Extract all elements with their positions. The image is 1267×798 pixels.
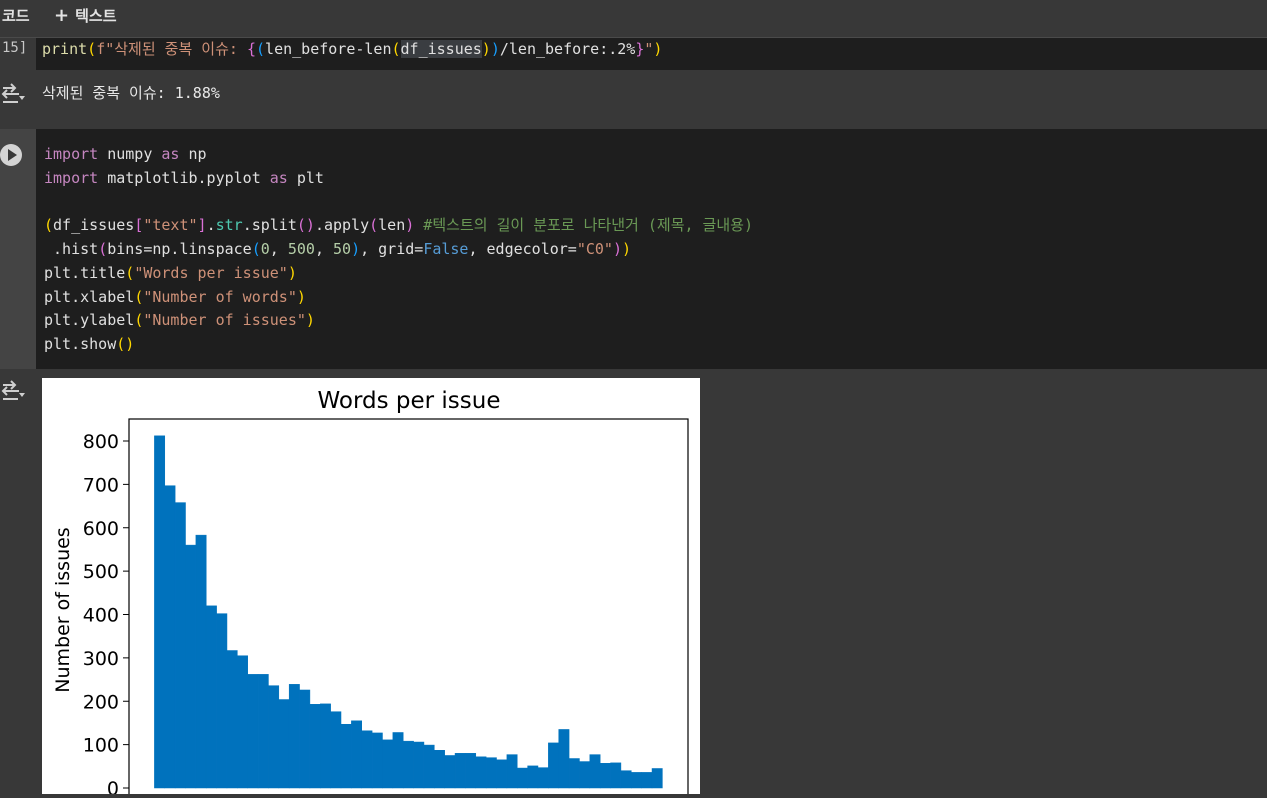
histogram-bar xyxy=(475,756,487,789)
plus-icon: + xyxy=(54,5,70,26)
y-tick-label: 700 xyxy=(83,474,119,496)
y-tick-label: 400 xyxy=(83,605,119,627)
histogram-bar xyxy=(361,730,373,789)
histogram-bar xyxy=(579,761,591,789)
histogram-bar xyxy=(288,684,300,789)
y-tick-label: 600 xyxy=(83,518,119,540)
code-line: (df_issues["text"].str.split().apply(len… xyxy=(44,216,753,234)
histogram-bar xyxy=(257,674,269,789)
code-line: import matplotlib.pyplot as plt xyxy=(44,169,324,187)
add-code-button[interactable]: 코드 xyxy=(2,6,30,26)
code-line: plt.xlabel("Number of words") xyxy=(44,288,306,306)
histogram-bar xyxy=(174,502,186,789)
plot-output: Words per issue Number of issues 0 100 200… xyxy=(42,378,700,798)
histogram-bar xyxy=(340,723,352,789)
code-line: plt.title("Words per issue") xyxy=(44,264,297,282)
histogram-bar xyxy=(382,739,394,789)
histogram-bar xyxy=(299,689,311,789)
code-line: plt.ylabel("Number of issues") xyxy=(44,311,315,329)
histogram-bar xyxy=(309,704,321,789)
code-cell-15[interactable]: print(f"삭제된 중복 이슈: {(len_before-len(df_i… xyxy=(36,38,1267,70)
histogram-bar xyxy=(247,674,259,789)
histogram-bar xyxy=(205,605,217,789)
histogram-chart: Words per issue Number of issues 0 100 200… xyxy=(52,388,689,798)
y-tick-label: 300 xyxy=(83,648,119,670)
code-line: import numpy as np xyxy=(44,145,207,163)
y-axis-label: Number of issues xyxy=(52,527,74,692)
output-toggle-icon[interactable] xyxy=(0,379,26,403)
histogram-bar xyxy=(620,770,632,789)
histogram-bar xyxy=(320,703,331,789)
histogram-bar xyxy=(268,685,280,789)
code-line: print(f"삭제된 중복 이슈: {(len_before-len(df_i… xyxy=(42,40,663,58)
histogram-bar xyxy=(558,729,570,789)
output-toggle-icon[interactable] xyxy=(0,82,26,106)
histogram-bar xyxy=(371,732,383,789)
histogram-bar xyxy=(599,763,611,789)
histogram-bar xyxy=(195,534,207,789)
histogram-bar xyxy=(548,742,559,789)
histogram-bar xyxy=(444,755,456,789)
histogram-bar xyxy=(465,753,477,789)
y-tick-label: 500 xyxy=(83,561,119,583)
histogram-bar xyxy=(631,772,642,789)
histogram-bar xyxy=(454,753,466,789)
histogram-bar xyxy=(226,650,238,789)
histogram-bar xyxy=(610,762,622,789)
histogram-bar xyxy=(237,655,248,789)
histogram-bar xyxy=(351,720,362,789)
y-tick-label: 0 xyxy=(107,778,119,794)
chart-title: Words per issue xyxy=(317,388,500,414)
histogram-bar xyxy=(589,754,601,789)
histogram-bar xyxy=(216,613,228,789)
y-tick-label: 800 xyxy=(83,431,119,453)
histogram-bar xyxy=(154,435,166,789)
run-cell-button[interactable] xyxy=(0,144,22,166)
cell-gutter xyxy=(0,129,36,369)
histogram-bar xyxy=(423,744,435,789)
code-line: .hist(bins=np.linspace(0, 500, 50), grid… xyxy=(44,240,632,258)
histogram-bar xyxy=(185,544,197,789)
add-text-label: 텍스트 xyxy=(75,7,117,25)
histogram-bar xyxy=(496,759,508,789)
histogram-bar xyxy=(164,485,176,789)
notebook-toolbar: 코드 + 텍스트 xyxy=(0,0,1267,38)
histogram-bar xyxy=(527,765,539,789)
histogram-bar xyxy=(506,754,518,789)
histogram-bar xyxy=(537,767,549,789)
cell-execution-count: 15] xyxy=(2,40,28,56)
histogram-bar xyxy=(651,768,663,789)
histogram-bar xyxy=(434,750,445,789)
histogram-bar xyxy=(402,740,414,789)
histogram-bar xyxy=(278,699,290,789)
histogram-bar xyxy=(413,741,425,789)
histogram-bar xyxy=(568,758,580,789)
cell-output-text: 삭제된 중복 이슈: 1.88% xyxy=(42,84,220,102)
y-tick-label: 200 xyxy=(83,691,119,713)
histogram-bar xyxy=(392,732,404,789)
code-cell-16[interactable]: import numpy as np import matplotlib.pyp… xyxy=(36,129,1267,369)
histogram-bar xyxy=(485,757,497,789)
add-code-label: 코드 xyxy=(2,7,30,25)
histogram-bar xyxy=(330,711,342,789)
y-tick-label: 100 xyxy=(83,735,119,757)
add-text-button[interactable]: + 텍스트 xyxy=(54,6,117,26)
code-line: plt.show() xyxy=(44,335,135,353)
histogram-bar xyxy=(641,772,653,789)
histogram-bar xyxy=(517,767,528,789)
